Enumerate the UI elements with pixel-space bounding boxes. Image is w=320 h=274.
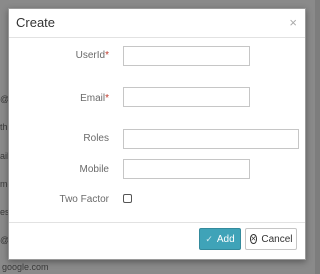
email-input[interactable] (123, 87, 250, 107)
userid-label: UserId* (75, 50, 109, 61)
required-marker: * (105, 93, 109, 104)
background-text: google.com (2, 262, 49, 272)
check-icon: ✓ (205, 233, 213, 244)
dialog-footer: ✓ Add ✕ Cancel (9, 222, 305, 259)
dialog-title: Create (16, 15, 56, 30)
add-button-label: Add (216, 233, 235, 245)
email-label: Email* (80, 93, 109, 104)
userid-input[interactable] (123, 46, 250, 66)
background-text: th (0, 122, 8, 132)
dialog-header: Create × (9, 9, 305, 38)
required-marker: * (105, 50, 109, 61)
mobile-label: Mobile (79, 164, 109, 175)
create-dialog: Create × UserId* Email* Roles Mobile Two… (8, 8, 306, 260)
roles-label: Roles (83, 133, 109, 144)
cancel-button[interactable]: ✕ Cancel (245, 228, 297, 250)
cancel-icon: ✕ (249, 234, 258, 244)
add-button[interactable]: ✓ Add (199, 228, 241, 250)
two-factor-checkbox[interactable] (123, 194, 132, 203)
two-factor-label: Two Factor (59, 194, 109, 205)
cancel-button-label: Cancel (261, 233, 293, 245)
close-icon[interactable]: × (289, 16, 297, 29)
mobile-input[interactable] (123, 159, 250, 179)
roles-input[interactable] (123, 129, 299, 149)
